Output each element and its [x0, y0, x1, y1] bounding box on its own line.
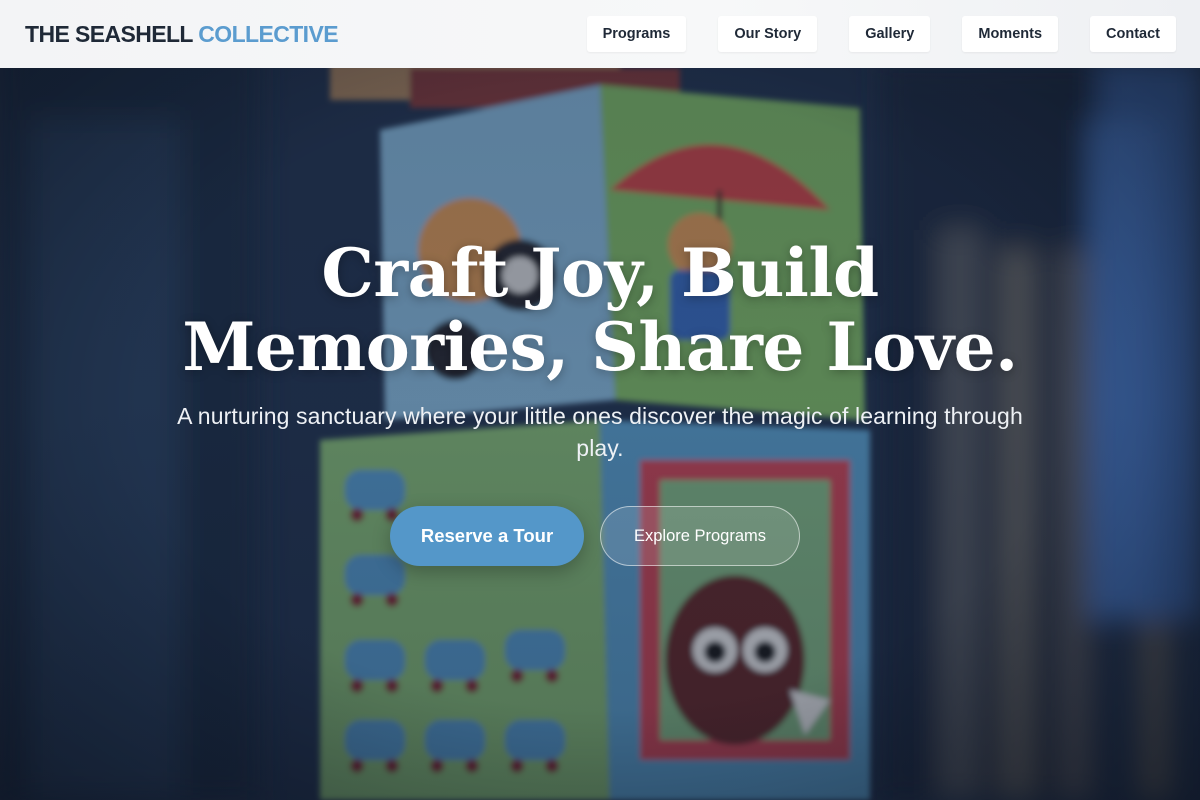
main-nav: Programs Our Story Gallery Moments Conta…	[586, 16, 1176, 52]
hero-headline: Craft Joy, Build Memories, Share Love.	[100, 236, 1100, 384]
brand-logo[interactable]: THE SEASHELL COLLECTIVE	[25, 20, 339, 48]
hero-headline-line1: Craft Joy, Build	[321, 234, 879, 312]
explore-programs-button[interactable]: Explore Programs	[600, 506, 800, 566]
nav-our-story[interactable]: Our Story	[718, 16, 818, 52]
hero-subtitle: A nurturing sanctuary where your little …	[177, 403, 1023, 461]
site-header: THE SEASHELL COLLECTIVE Programs Our Sto…	[0, 0, 1200, 68]
hero-cta-group: Reserve a Tour Explore Programs	[0, 506, 1200, 566]
brand-name-part1: THE SEASHELL	[25, 20, 193, 47]
nav-programs[interactable]: Programs	[586, 16, 687, 52]
brand-name-part2: COLLECTIVE	[198, 20, 338, 47]
nav-gallery[interactable]: Gallery	[849, 16, 931, 52]
reserve-tour-button[interactable]: Reserve a Tour	[390, 506, 584, 566]
hero-headline-line2: Memories, Share Love.	[182, 308, 1018, 386]
nav-moments[interactable]: Moments	[962, 16, 1059, 52]
hero-section: Craft Joy, Build Memories, Share Love. A…	[0, 68, 1200, 800]
nav-contact[interactable]: Contact	[1090, 16, 1176, 52]
